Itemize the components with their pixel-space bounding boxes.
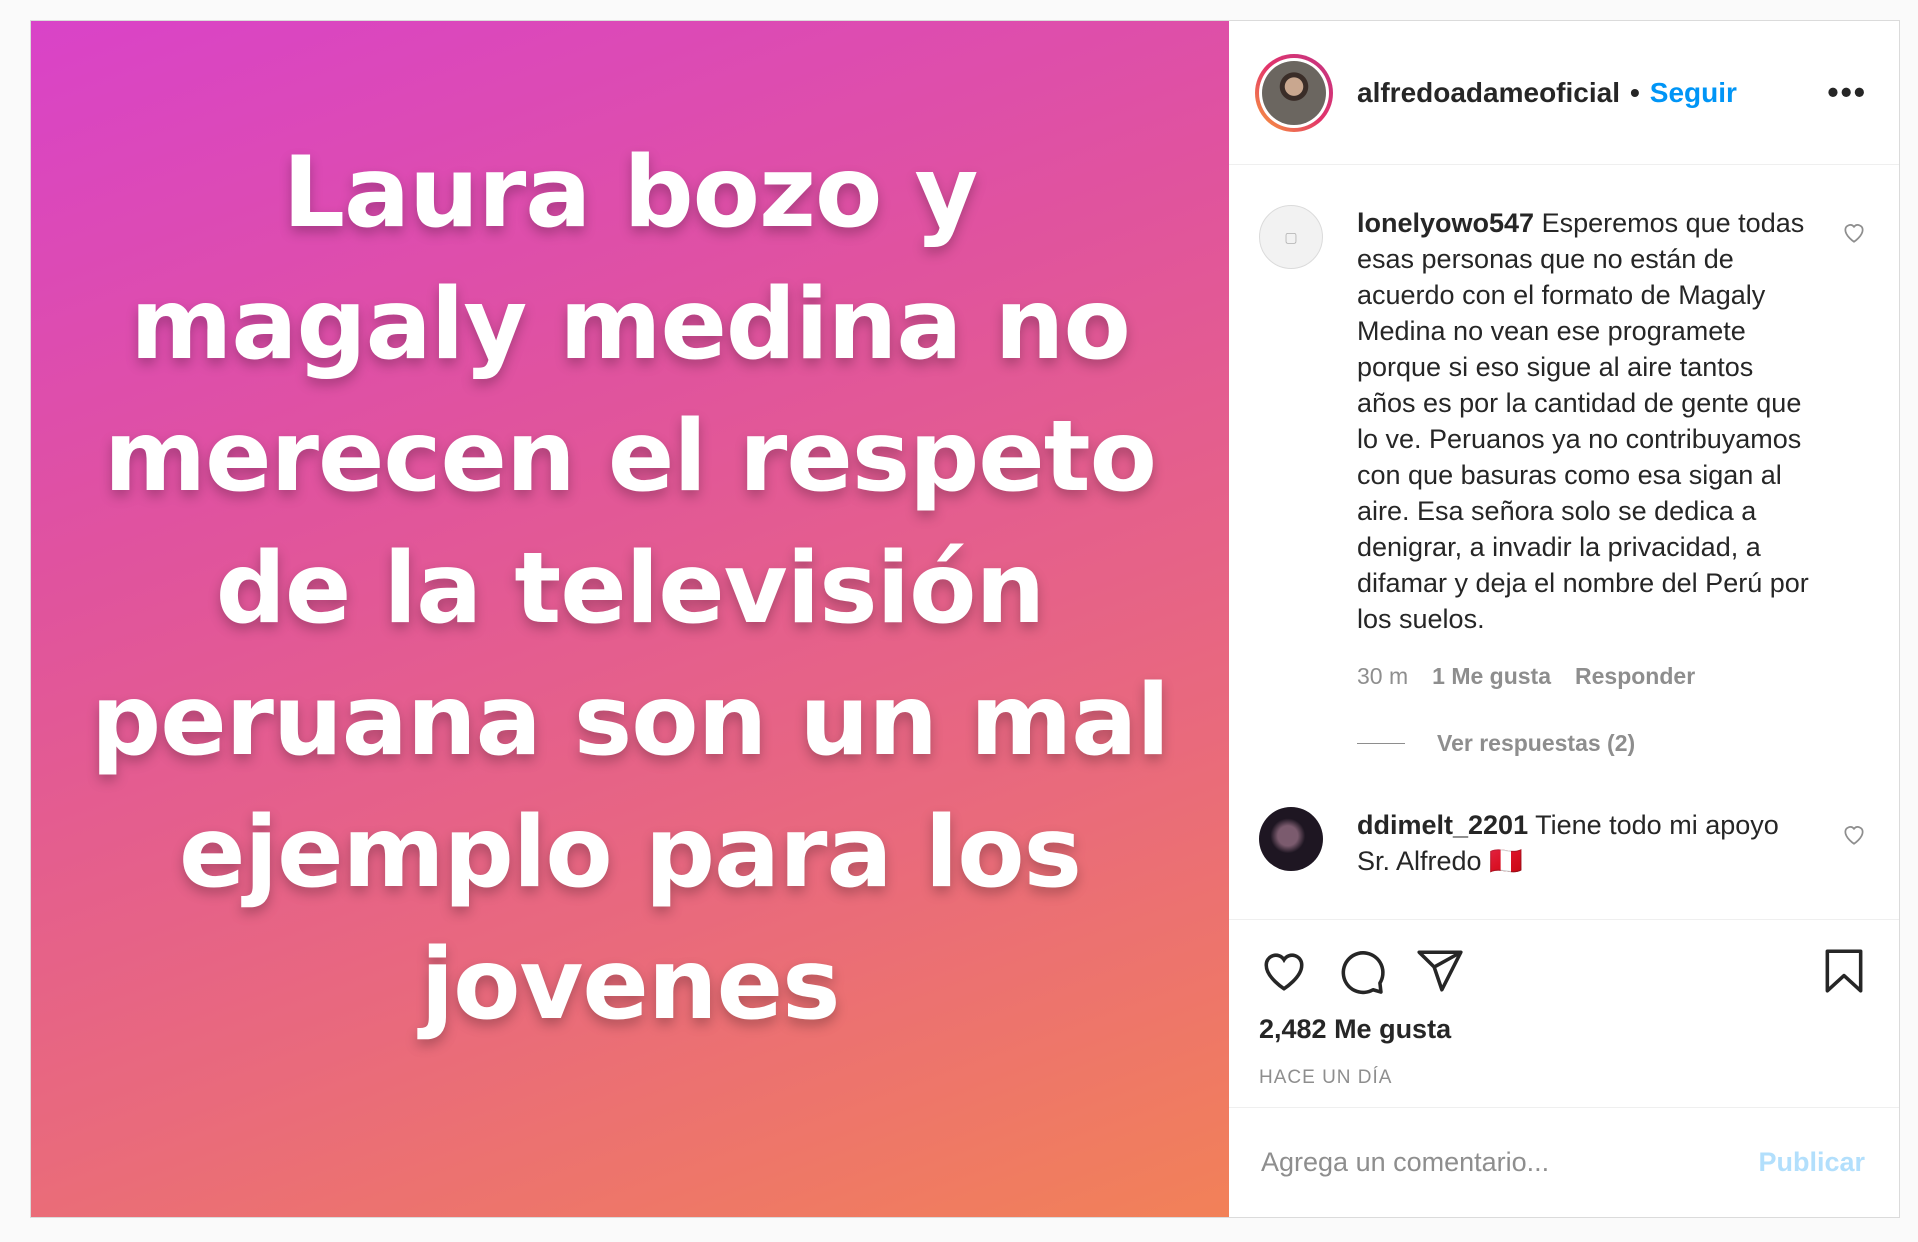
publish-button[interactable]: Publicar: [1758, 1147, 1865, 1178]
bookmark-icon[interactable]: [1819, 946, 1869, 996]
comment-heart-icon[interactable]: [1841, 821, 1867, 847]
send-icon[interactable]: [1415, 946, 1465, 996]
likes-count[interactable]: 2,482 Me gusta: [1259, 1014, 1869, 1045]
comment-input[interactable]: [1259, 1146, 1759, 1179]
comment-icon[interactable]: [1337, 946, 1387, 996]
instagram-post: Laura bozo y magaly medina no merecen el…: [30, 20, 1900, 1218]
comment-meta: 30 m 1 Me gusta Responder: [1357, 663, 1817, 690]
post-sidebar: alfredoadameoficial • Seguir ••• ▢ lonel…: [1229, 21, 1899, 1217]
peru-flag-icon: 🇵🇪: [1489, 846, 1523, 876]
comment-username[interactable]: ddimelt_2201: [1357, 810, 1528, 840]
comment-item: ddimelt_2201 Tiene todo mi apoyo Sr. Alf…: [1259, 807, 1867, 879]
avatar-placeholder-icon: ▢: [1284, 228, 1298, 245]
replies-divider: [1357, 743, 1405, 744]
comments-list: ▢ lonelyowo547 Esperemos que todas esas …: [1229, 165, 1899, 919]
follow-button[interactable]: Seguir: [1650, 77, 1737, 109]
commenter-avatar[interactable]: [1259, 807, 1323, 871]
comment-heart-icon[interactable]: [1841, 219, 1867, 245]
commenter-avatar[interactable]: ▢: [1259, 205, 1323, 269]
author-avatar[interactable]: [1255, 53, 1333, 132]
comment-time[interactable]: 30 m: [1357, 663, 1408, 690]
post-timestamp: HACE UN DÍA: [1259, 1067, 1393, 1088]
view-replies-label: Ver respuestas (2): [1437, 730, 1636, 756]
reply-button[interactable]: Responder: [1575, 663, 1695, 690]
author-avatar-photo: [1262, 60, 1326, 125]
heart-icon[interactable]: [1259, 946, 1309, 996]
add-comment-bar: Publicar: [1229, 1107, 1899, 1217]
author-username[interactable]: alfredoadameoficial: [1357, 77, 1620, 109]
post-actions: 2,482 Me gusta HACE UN DÍA: [1229, 919, 1899, 1107]
post-header: alfredoadameoficial • Seguir •••: [1229, 21, 1899, 165]
post-image[interactable]: Laura bozo y magaly medina no merecen el…: [31, 21, 1229, 1217]
comment-username[interactable]: lonelyowo547: [1357, 208, 1534, 238]
separator-dot: •: [1629, 76, 1640, 108]
more-options-icon[interactable]: •••: [1827, 74, 1867, 111]
comment-item: ▢ lonelyowo547 Esperemos que todas esas …: [1259, 205, 1867, 757]
comment-text: Esperemos que todas esas personas que no…: [1357, 208, 1809, 634]
post-image-text: Laura bozo y magaly medina no merecen el…: [91, 136, 1170, 1042]
comment-likes[interactable]: 1 Me gusta: [1432, 663, 1551, 690]
view-replies-button[interactable]: Ver respuestas (2): [1357, 730, 1817, 757]
